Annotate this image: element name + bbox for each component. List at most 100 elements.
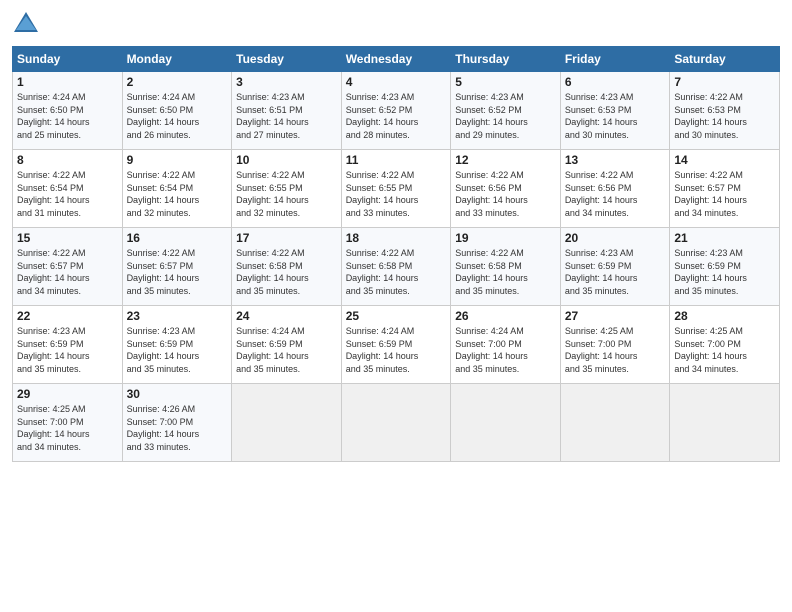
calendar-header-tuesday: Tuesday: [232, 47, 342, 72]
calendar-cell: 29 Sunrise: 4:25 AM Sunset: 7:00 PM Dayli…: [13, 384, 123, 462]
calendar-cell: 7 Sunrise: 4:22 AM Sunset: 6:53 PM Daylig…: [670, 72, 780, 150]
header: [12, 10, 780, 38]
calendar-container: SundayMondayTuesdayWednesdayThursdayFrid…: [0, 0, 792, 612]
day-number: 17: [236, 231, 337, 245]
day-info: Sunrise: 4:22 AM Sunset: 6:57 PM Dayligh…: [127, 247, 228, 297]
calendar-cell: [341, 384, 451, 462]
day-number: 19: [455, 231, 556, 245]
calendar-cell: 10 Sunrise: 4:22 AM Sunset: 6:55 PM Dayli…: [232, 150, 342, 228]
day-number: 20: [565, 231, 666, 245]
logo-icon: [12, 10, 40, 38]
calendar-cell: 30 Sunrise: 4:26 AM Sunset: 7:00 PM Dayli…: [122, 384, 232, 462]
calendar-cell: 20Sunrise: 4:23 AM Sunset: 6:59 PM Dayli…: [560, 228, 670, 306]
day-number: 29: [17, 387, 118, 401]
calendar-cell: 3 Sunrise: 4:23 AM Sunset: 6:51 PM Daylig…: [232, 72, 342, 150]
calendar-week-2: 8 Sunrise: 4:22 AM Sunset: 6:54 PM Daylig…: [13, 150, 780, 228]
day-info: Sunrise: 4:22 AM Sunset: 6:56 PM Dayligh…: [455, 169, 556, 219]
calendar-week-5: 29 Sunrise: 4:25 AM Sunset: 7:00 PM Dayli…: [13, 384, 780, 462]
calendar-cell: 9Sunrise: 4:22 AM Sunset: 6:54 PM Daylig…: [122, 150, 232, 228]
day-info: Sunrise: 4:23 AM Sunset: 6:59 PM Dayligh…: [17, 325, 118, 375]
calendar-cell: 24 Sunrise: 4:24 AM Sunset: 6:59 PM Dayli…: [232, 306, 342, 384]
day-number: 7: [674, 75, 775, 89]
calendar-cell: 5 Sunrise: 4:23 AM Sunset: 6:52 PM Daylig…: [451, 72, 561, 150]
calendar-cell: [560, 384, 670, 462]
calendar-week-4: 22 Sunrise: 4:23 AM Sunset: 6:59 PM Dayli…: [13, 306, 780, 384]
day-info: Sunrise: 4:23 AM Sunset: 6:51 PM Dayligh…: [236, 91, 337, 141]
day-number: 12: [455, 153, 556, 167]
calendar-cell: 18 Sunrise: 4:22 AM Sunset: 6:58 PM Dayli…: [341, 228, 451, 306]
calendar-header-row: SundayMondayTuesdayWednesdayThursdayFrid…: [13, 47, 780, 72]
day-number: 21: [674, 231, 775, 245]
calendar-cell: 16 Sunrise: 4:22 AM Sunset: 6:57 PM Dayli…: [122, 228, 232, 306]
calendar-cell: 15 Sunrise: 4:22 AM Sunset: 6:57 PM Dayli…: [13, 228, 123, 306]
calendar-cell: 25 Sunrise: 4:24 AM Sunset: 6:59 PM Dayli…: [341, 306, 451, 384]
day-number: 30: [127, 387, 228, 401]
day-number: 2: [127, 75, 228, 89]
calendar-cell: 12 Sunrise: 4:22 AM Sunset: 6:56 PM Dayli…: [451, 150, 561, 228]
day-number: 25: [346, 309, 447, 323]
day-info: Sunrise: 4:24 AM Sunset: 6:59 PM Dayligh…: [236, 325, 337, 375]
day-info: Sunrise: 4:23 AM Sunset: 6:59 PM Dayligh…: [674, 247, 775, 297]
day-info: Sunrise: 4:25 AM Sunset: 7:00 PM Dayligh…: [17, 403, 118, 453]
calendar-header-sunday: Sunday: [13, 47, 123, 72]
day-info: Sunrise: 4:22 AM Sunset: 6:57 PM Dayligh…: [17, 247, 118, 297]
calendar-header-thursday: Thursday: [451, 47, 561, 72]
day-number: 6: [565, 75, 666, 89]
day-info: Sunrise: 4:24 AM Sunset: 7:00 PM Dayligh…: [455, 325, 556, 375]
day-number: 11: [346, 153, 447, 167]
day-info: Sunrise: 4:23 AM Sunset: 6:52 PM Dayligh…: [455, 91, 556, 141]
calendar-header-friday: Friday: [560, 47, 670, 72]
day-number: 15: [17, 231, 118, 245]
calendar-cell: 6Sunrise: 4:23 AM Sunset: 6:53 PM Daylig…: [560, 72, 670, 150]
calendar-cell: [232, 384, 342, 462]
calendar-cell: 19 Sunrise: 4:22 AM Sunset: 6:58 PM Dayli…: [451, 228, 561, 306]
day-info: Sunrise: 4:26 AM Sunset: 7:00 PM Dayligh…: [127, 403, 228, 453]
calendar-week-3: 15 Sunrise: 4:22 AM Sunset: 6:57 PM Dayli…: [13, 228, 780, 306]
day-info: Sunrise: 4:22 AM Sunset: 6:55 PM Dayligh…: [236, 169, 337, 219]
calendar-header-saturday: Saturday: [670, 47, 780, 72]
calendar-cell: 21 Sunrise: 4:23 AM Sunset: 6:59 PM Dayli…: [670, 228, 780, 306]
day-info: Sunrise: 4:24 AM Sunset: 6:59 PM Dayligh…: [346, 325, 447, 375]
calendar-header-wednesday: Wednesday: [341, 47, 451, 72]
calendar-header-monday: Monday: [122, 47, 232, 72]
day-number: 5: [455, 75, 556, 89]
day-number: 13: [565, 153, 666, 167]
day-info: Sunrise: 4:23 AM Sunset: 6:52 PM Dayligh…: [346, 91, 447, 141]
day-number: 8: [17, 153, 118, 167]
calendar-cell: 1 Sunrise: 4:24 AM Sunset: 6:50 PM Daylig…: [13, 72, 123, 150]
day-number: 16: [127, 231, 228, 245]
calendar-cell: 14 Sunrise: 4:22 AM Sunset: 6:57 PM Dayli…: [670, 150, 780, 228]
day-number: 1: [17, 75, 118, 89]
calendar-cell: 26 Sunrise: 4:24 AM Sunset: 7:00 PM Dayli…: [451, 306, 561, 384]
day-number: 23: [127, 309, 228, 323]
day-info: Sunrise: 4:22 AM Sunset: 6:58 PM Dayligh…: [346, 247, 447, 297]
calendar-cell: 13 Sunrise: 4:22 AM Sunset: 6:56 PM Dayli…: [560, 150, 670, 228]
calendar-cell: [670, 384, 780, 462]
calendar-cell: [451, 384, 561, 462]
calendar-cell: 28Sunrise: 4:25 AM Sunset: 7:00 PM Dayli…: [670, 306, 780, 384]
day-info: Sunrise: 4:24 AM Sunset: 6:50 PM Dayligh…: [17, 91, 118, 141]
calendar-cell: 27Sunrise: 4:25 AM Sunset: 7:00 PM Dayli…: [560, 306, 670, 384]
calendar-cell: 11Sunrise: 4:22 AM Sunset: 6:55 PM Dayli…: [341, 150, 451, 228]
day-info: Sunrise: 4:23 AM Sunset: 6:59 PM Dayligh…: [127, 325, 228, 375]
day-info: Sunrise: 4:24 AM Sunset: 6:50 PM Dayligh…: [127, 91, 228, 141]
calendar-cell: 2 Sunrise: 4:24 AM Sunset: 6:50 PM Daylig…: [122, 72, 232, 150]
day-number: 14: [674, 153, 775, 167]
day-number: 22: [17, 309, 118, 323]
day-info: Sunrise: 4:22 AM Sunset: 6:56 PM Dayligh…: [565, 169, 666, 219]
logo: [12, 10, 44, 38]
day-info: Sunrise: 4:25 AM Sunset: 7:00 PM Dayligh…: [565, 325, 666, 375]
calendar-cell: 17Sunrise: 4:22 AM Sunset: 6:58 PM Dayli…: [232, 228, 342, 306]
day-info: Sunrise: 4:22 AM Sunset: 6:53 PM Dayligh…: [674, 91, 775, 141]
calendar-table: SundayMondayTuesdayWednesdayThursdayFrid…: [12, 46, 780, 462]
day-number: 10: [236, 153, 337, 167]
day-info: Sunrise: 4:22 AM Sunset: 6:58 PM Dayligh…: [455, 247, 556, 297]
day-info: Sunrise: 4:22 AM Sunset: 6:54 PM Dayligh…: [17, 169, 118, 219]
day-number: 3: [236, 75, 337, 89]
day-number: 18: [346, 231, 447, 245]
day-number: 24: [236, 309, 337, 323]
calendar-week-1: 1 Sunrise: 4:24 AM Sunset: 6:50 PM Daylig…: [13, 72, 780, 150]
day-number: 26: [455, 309, 556, 323]
day-info: Sunrise: 4:22 AM Sunset: 6:54 PM Dayligh…: [127, 169, 228, 219]
day-info: Sunrise: 4:22 AM Sunset: 6:57 PM Dayligh…: [674, 169, 775, 219]
